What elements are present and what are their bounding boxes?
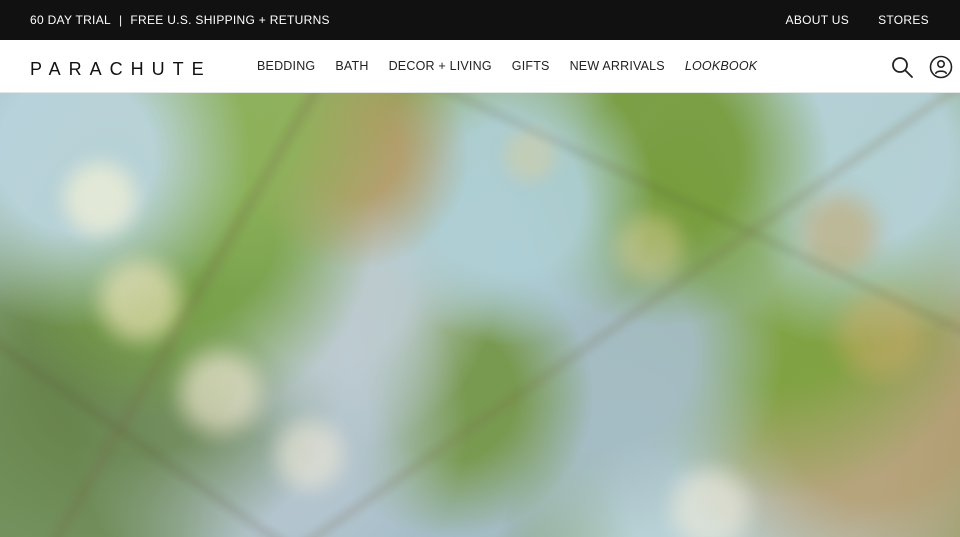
nav-item-gifts[interactable]: GIFTS bbox=[512, 59, 550, 73]
announcement-bar: 60 DAY TRIAL | FREE U.S. SHIPPING + RETU… bbox=[0, 0, 960, 40]
about-us-link[interactable]: ABOUT US bbox=[786, 13, 850, 27]
nav-item-new-arrivals[interactable]: NEW ARRIVALS bbox=[570, 59, 665, 73]
header-actions bbox=[888, 52, 955, 82]
shipping-text: FREE U.S. SHIPPING + RETURNS bbox=[130, 13, 330, 27]
main-header: PARACHUTE BEDDING BATH DECOR + LIVING GI… bbox=[0, 40, 960, 93]
account-icon[interactable] bbox=[927, 53, 955, 81]
announcement-left: 60 DAY TRIAL | FREE U.S. SHIPPING + RETU… bbox=[30, 13, 330, 27]
primary-navigation: BEDDING BATH DECOR + LIVING GIFTS NEW AR… bbox=[257, 59, 757, 73]
utility-links: ABOUT US STORES bbox=[757, 13, 929, 27]
nav-item-lookbook[interactable]: LOOKBOOK bbox=[685, 59, 757, 73]
nav-item-decor-living[interactable]: DECOR + LIVING bbox=[389, 59, 492, 73]
brand-logo[interactable]: PARACHUTE bbox=[30, 59, 212, 80]
nav-item-bath[interactable]: BATH bbox=[335, 59, 368, 73]
search-icon[interactable] bbox=[888, 53, 916, 81]
trial-text: 60 DAY TRIAL bbox=[30, 13, 111, 27]
hero-image bbox=[0, 93, 960, 537]
stores-link[interactable]: STORES bbox=[878, 13, 929, 27]
nav-item-bedding[interactable]: BEDDING bbox=[257, 59, 315, 73]
announcement-separator: | bbox=[118, 13, 123, 27]
